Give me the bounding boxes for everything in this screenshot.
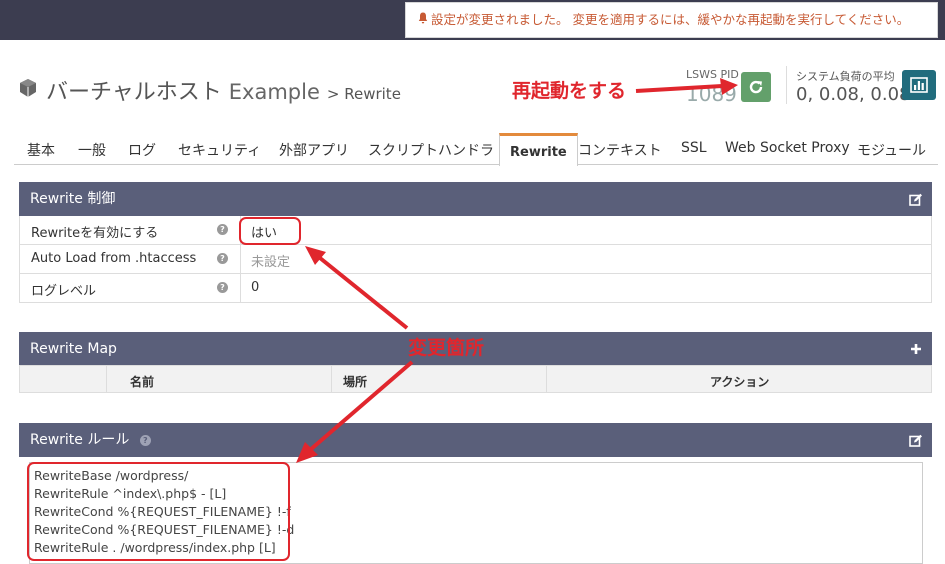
tab-script-handler[interactable]: スクリプトハンドラ bbox=[368, 140, 494, 160]
breadcrumb: > Rewrite bbox=[326, 85, 401, 103]
bell-icon bbox=[418, 3, 428, 37]
tab-security[interactable]: セキュリティ bbox=[178, 140, 261, 160]
page-title-main: バーチャルホスト bbox=[46, 80, 222, 105]
refresh-icon bbox=[749, 80, 763, 94]
tab-modules[interactable]: モジュール bbox=[857, 140, 926, 160]
annotation-restart: 再起動をする bbox=[512, 80, 627, 102]
header-divider bbox=[786, 66, 787, 104]
rewrite-control-header: Rewrite 制御 bbox=[19, 182, 932, 216]
tab-external-app[interactable]: 外部アプリ bbox=[279, 140, 349, 160]
pid-value: 1089 bbox=[686, 82, 737, 106]
setting-label: ログレベル bbox=[31, 284, 97, 299]
cube-icon bbox=[18, 78, 38, 98]
rewrite-rules-header: Rewrite ルール ? bbox=[19, 423, 932, 457]
rewrite-map-title: Rewrite Map bbox=[30, 341, 117, 357]
tab-web-socket-proxy[interactable]: Web Socket Proxy bbox=[725, 140, 850, 156]
help-icon[interactable]: ? bbox=[217, 253, 228, 264]
column-divider bbox=[331, 366, 332, 393]
annotation-changed: 変更箇所 bbox=[408, 337, 485, 359]
rewrite-rules-title: Rewrite ルール bbox=[30, 432, 130, 448]
plus-icon[interactable] bbox=[908, 332, 924, 366]
pid-label: LSWS PID bbox=[686, 68, 739, 81]
setting-value: 未設定 bbox=[251, 255, 291, 270]
load-chart-button[interactable] bbox=[902, 70, 936, 100]
notice-text: 設定が変更されました。 変更を適用するには、緩やかな再起動を実行してください。 bbox=[431, 12, 910, 27]
tab-basic[interactable]: 基本 bbox=[27, 140, 55, 160]
tab-bar: 基本 一般 ログ セキュリティ 外部アプリ スクリプトハンドラ Rewrite … bbox=[14, 132, 938, 166]
setting-row-auto-load-htaccess: Auto Load from .htaccess ? 未設定 bbox=[19, 245, 932, 274]
column-location: 場所 bbox=[343, 375, 368, 389]
highlight-enable-rewrite bbox=[239, 217, 301, 245]
row-divider bbox=[240, 274, 241, 302]
tab-context[interactable]: コンテキスト bbox=[578, 140, 662, 160]
row-divider bbox=[240, 245, 241, 273]
tab-ssl[interactable]: SSL bbox=[681, 140, 707, 156]
highlight-rewrite-rules bbox=[27, 462, 290, 561]
column-divider bbox=[546, 366, 547, 393]
edit-icon[interactable] bbox=[908, 182, 924, 216]
rewrite-control-title: Rewrite 制御 bbox=[30, 191, 116, 207]
load-average-label: システム負荷の平均 bbox=[796, 70, 895, 83]
graceful-restart-button[interactable] bbox=[741, 72, 771, 102]
tab-rewrite[interactable]: Rewrite bbox=[499, 133, 578, 166]
column-action: アクション bbox=[710, 375, 770, 389]
tab-general[interactable]: 一般 bbox=[78, 140, 106, 160]
load-average-value: 0, 0.08, 0.08 bbox=[796, 84, 911, 105]
bar-chart-icon bbox=[910, 77, 928, 93]
page-title: バーチャルホスト Example > Rewrite bbox=[46, 74, 401, 106]
help-icon[interactable]: ? bbox=[217, 224, 228, 235]
setting-row-log-level: ログレベル ? 0 bbox=[19, 274, 932, 303]
change-notice: 設定が変更されました。 変更を適用するには、緩やかな再起動を実行してください。 bbox=[405, 2, 938, 38]
setting-label: Rewriteを有効にする bbox=[31, 226, 159, 241]
setting-label: Auto Load from .htaccess bbox=[31, 251, 197, 266]
rewrite-map-table-header: 名前 場所 アクション bbox=[19, 365, 932, 393]
edit-icon[interactable] bbox=[908, 423, 924, 457]
help-icon[interactable]: ? bbox=[217, 282, 228, 293]
tab-log[interactable]: ログ bbox=[128, 140, 156, 160]
setting-row-enable-rewrite: Rewriteを有効にする ? はい bbox=[19, 216, 932, 245]
vhost-name: Example bbox=[228, 80, 320, 104]
setting-value: 0 bbox=[251, 280, 260, 295]
help-icon[interactable]: ? bbox=[139, 434, 151, 446]
column-divider bbox=[106, 366, 107, 393]
column-name: 名前 bbox=[130, 375, 155, 389]
